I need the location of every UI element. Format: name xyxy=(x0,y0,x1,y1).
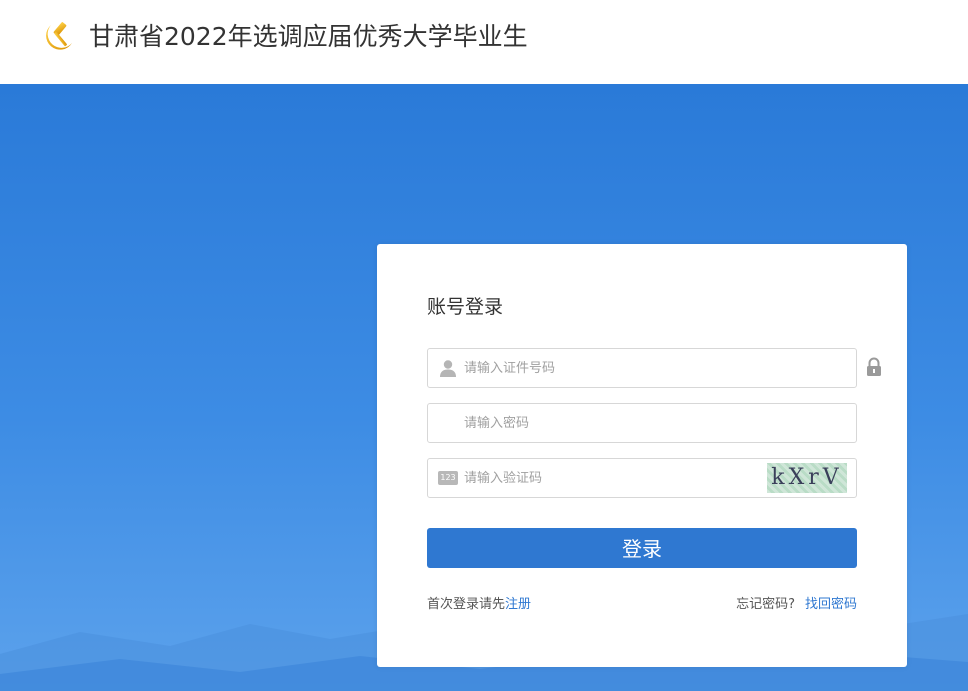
register-link[interactable]: 注册 xyxy=(505,597,531,612)
recover-password-link[interactable]: 找回密码 xyxy=(805,597,857,612)
captcha-image[interactable]: kXrV xyxy=(767,463,847,493)
id-number-field[interactable] xyxy=(427,348,857,388)
login-title: 账号登录 xyxy=(427,296,504,318)
login-card: 账号登录 123 kXrV 登录 首次登录请先注册 忘记密码? 找回密码 xyxy=(377,244,907,667)
lock-icon xyxy=(867,357,881,376)
password-input[interactable] xyxy=(464,404,764,442)
id-number-input[interactable] xyxy=(464,349,764,387)
register-prompt: 首次登录请先注册 xyxy=(427,596,531,614)
captcha-badge: 123 xyxy=(438,471,458,485)
captcha-field[interactable]: 123 kXrV xyxy=(427,458,857,498)
forgot-password-area: 忘记密码? 找回密码 xyxy=(736,596,857,614)
captcha-input[interactable] xyxy=(464,459,764,497)
forgot-password-text: 忘记密码? xyxy=(736,597,795,612)
login-button[interactable]: 登录 xyxy=(427,528,857,568)
register-prompt-text: 首次登录请先 xyxy=(427,597,506,612)
site-title: 甘肃省2022年选调应届优秀大学毕业生 xyxy=(89,22,528,51)
password-field[interactable] xyxy=(427,403,857,443)
site-header: 甘肃省2022年选调应届优秀大学毕业生 xyxy=(0,0,968,84)
party-emblem-icon xyxy=(46,22,72,50)
captcha-text: kXrV xyxy=(771,465,843,490)
user-icon xyxy=(440,360,456,377)
